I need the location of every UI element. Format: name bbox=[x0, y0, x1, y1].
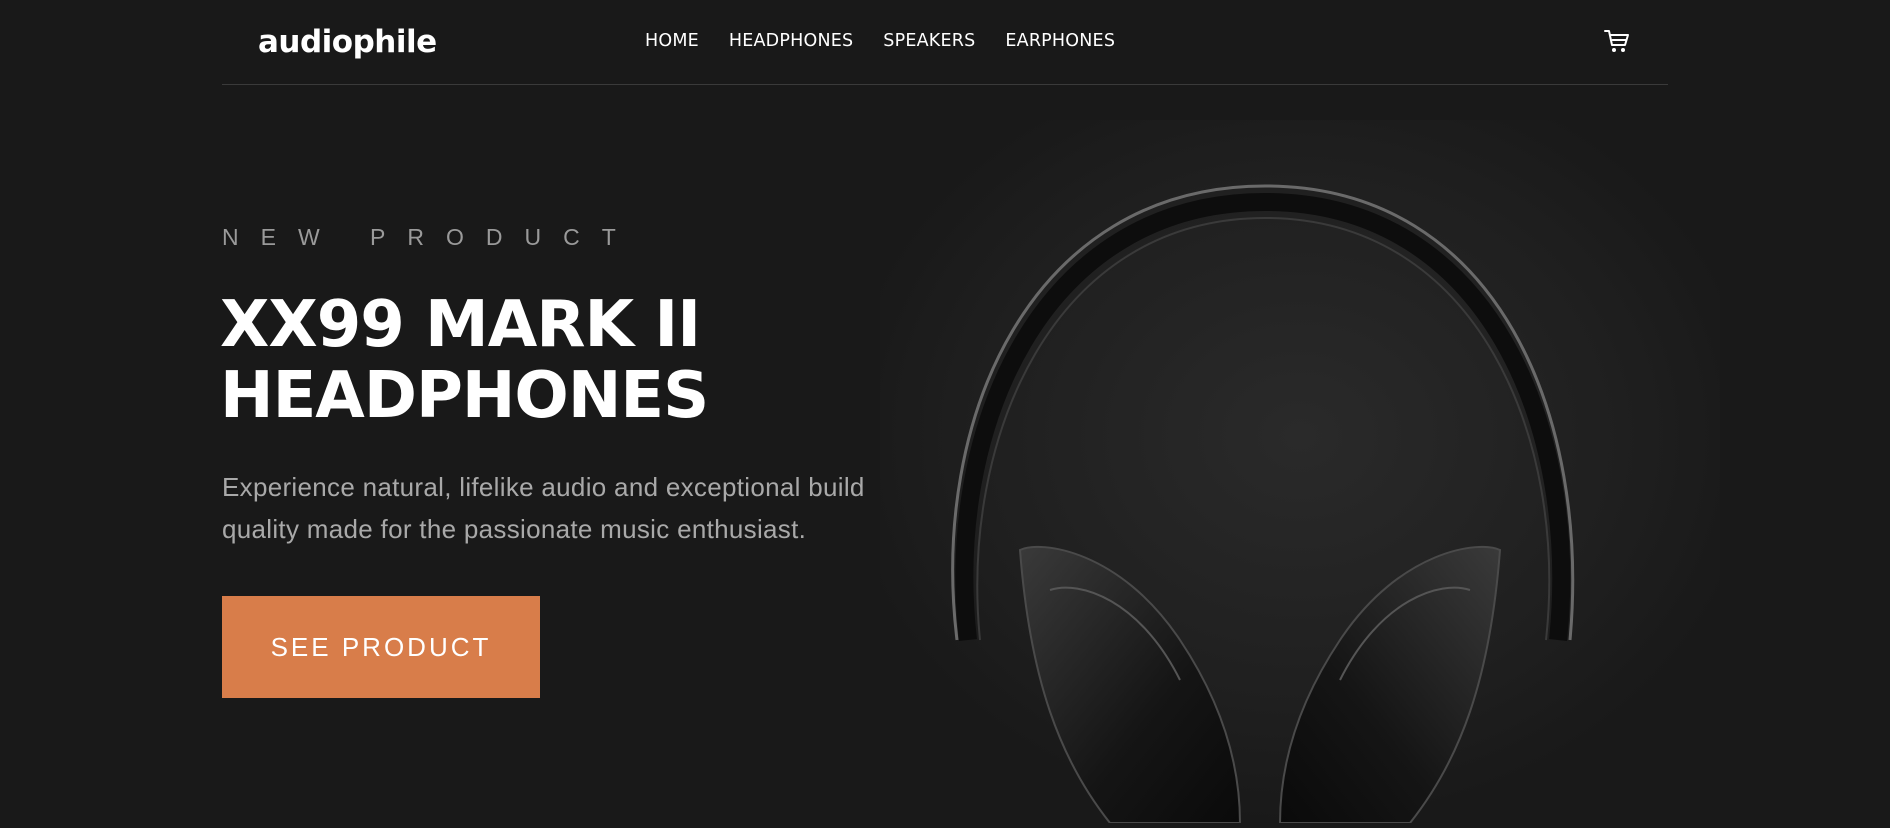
nav-link-home[interactable]: HOME bbox=[645, 31, 699, 51]
cart-icon[interactable] bbox=[1604, 28, 1630, 54]
see-product-button[interactable]: SEE PRODUCT bbox=[222, 596, 540, 698]
nav-link-speakers[interactable]: SPEAKERS bbox=[883, 31, 975, 51]
headphones-photo bbox=[880, 120, 1720, 824]
nav-link-headphones[interactable]: HEADPHONES bbox=[729, 31, 853, 51]
logo[interactable]: audiophile bbox=[258, 24, 437, 60]
new-product-overline: NEW PRODUCT bbox=[222, 224, 638, 250]
hero-title-line-2: HEADPHONES bbox=[220, 359, 709, 433]
hero-description: Experience natural, lifelike audio and e… bbox=[222, 472, 865, 544]
site-header: audiophile HOME HEADPHONES SPEAKERS EARP… bbox=[222, 0, 1668, 85]
main-nav: HOME HEADPHONES SPEAKERS EARPHONES bbox=[645, 31, 1115, 51]
hero-title-line-1: XX99 MARK II bbox=[220, 288, 701, 362]
hero-title: XX99 MARK II HEADPHONES bbox=[220, 290, 1020, 432]
nav-link-earphones[interactable]: EARPHONES bbox=[1005, 31, 1115, 51]
